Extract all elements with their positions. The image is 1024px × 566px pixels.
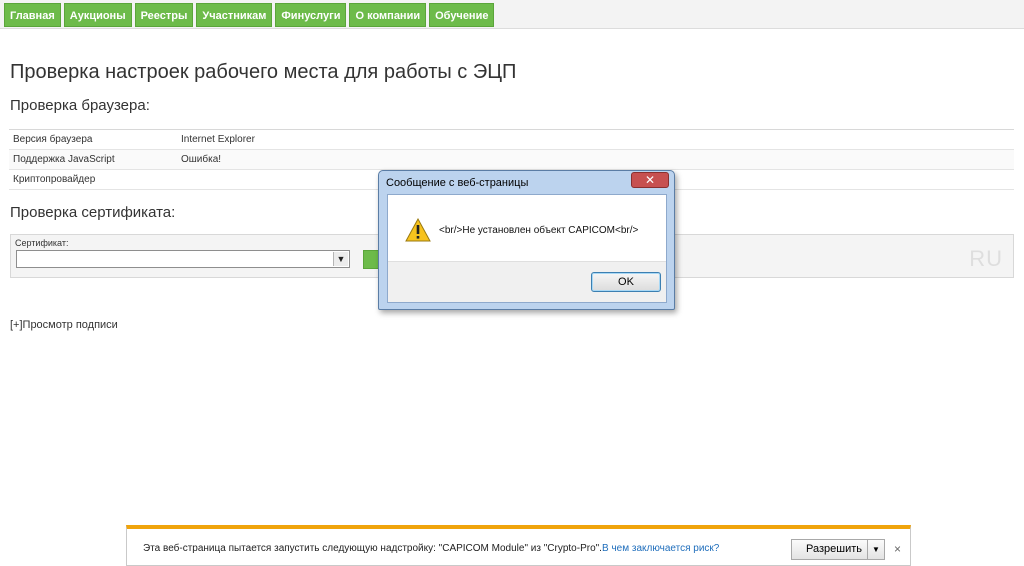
nav-item-training[interactable]: Обучение [429, 3, 495, 27]
row-label: Версия браузера [9, 129, 177, 150]
dialog-body: <br/>Не установлен объект CAPICOM<br/> O… [387, 194, 667, 303]
cert-label: Сертификат: [15, 238, 69, 248]
nav-item-participants[interactable]: Участникам [196, 3, 273, 27]
certificate-select[interactable]: ▼ [16, 250, 350, 268]
notification-text: Эта веб-страница пытается запустить след… [143, 543, 602, 554]
warning-icon [405, 218, 431, 242]
nav-item-finservices[interactable]: Финуслуги [275, 3, 347, 27]
main-nav: Главная Аукционы Реестры Участникам Фину… [4, 3, 495, 27]
web-page-message-dialog: Сообщение с веб-страницы ✕ <br/>Не устан… [378, 170, 675, 310]
browser-section-title: Проверка браузера: [10, 97, 150, 114]
ru-watermark: RU [969, 246, 1003, 271]
nav-item-registries[interactable]: Реестры [134, 3, 194, 27]
dialog-footer: OK [388, 261, 666, 302]
nav-item-auctions[interactable]: Аукционы [63, 3, 132, 27]
cert-section-title: Проверка сертификата: [10, 204, 176, 221]
table-row: Поддержка JavaScript Ошибка! [9, 149, 1014, 170]
signature-view-toggle[interactable]: [+]Просмотр подписи [10, 319, 118, 331]
top-navigation-bar: Главная Аукционы Реестры Участникам Фину… [0, 0, 1024, 29]
chevron-down-icon[interactable]: ▼ [333, 252, 348, 266]
close-icon[interactable]: × [894, 542, 901, 556]
allow-split-button: Разрешить ▼ [791, 539, 885, 560]
nav-item-about[interactable]: О компании [349, 3, 427, 27]
risk-info-link[interactable]: В чем заключается риск? [602, 543, 719, 554]
row-value: Ошибка! [177, 149, 1014, 170]
chevron-down-icon[interactable]: ▼ [867, 540, 884, 559]
page-title: Проверка настроек рабочего места для раб… [10, 61, 517, 83]
row-label: Поддержка JavaScript [9, 149, 177, 170]
dialog-title: Сообщение с веб-страницы [386, 177, 529, 189]
table-row: Версия браузера Internet Explorer [9, 129, 1014, 150]
row-value: Internet Explorer [177, 129, 1014, 150]
addon-notification-bar: Эта веб-страница пытается запустить след… [126, 525, 911, 566]
row-label: Криптопровайдер [9, 169, 177, 190]
dialog-close-button[interactable]: ✕ [631, 172, 669, 188]
nav-item-home[interactable]: Главная [4, 3, 61, 27]
dialog-message: <br/>Не установлен объект CAPICOM<br/> [439, 225, 639, 236]
close-icon: ✕ [644, 173, 656, 187]
allow-button[interactable]: Разрешить [806, 540, 862, 559]
ok-button[interactable]: OK [591, 272, 661, 292]
